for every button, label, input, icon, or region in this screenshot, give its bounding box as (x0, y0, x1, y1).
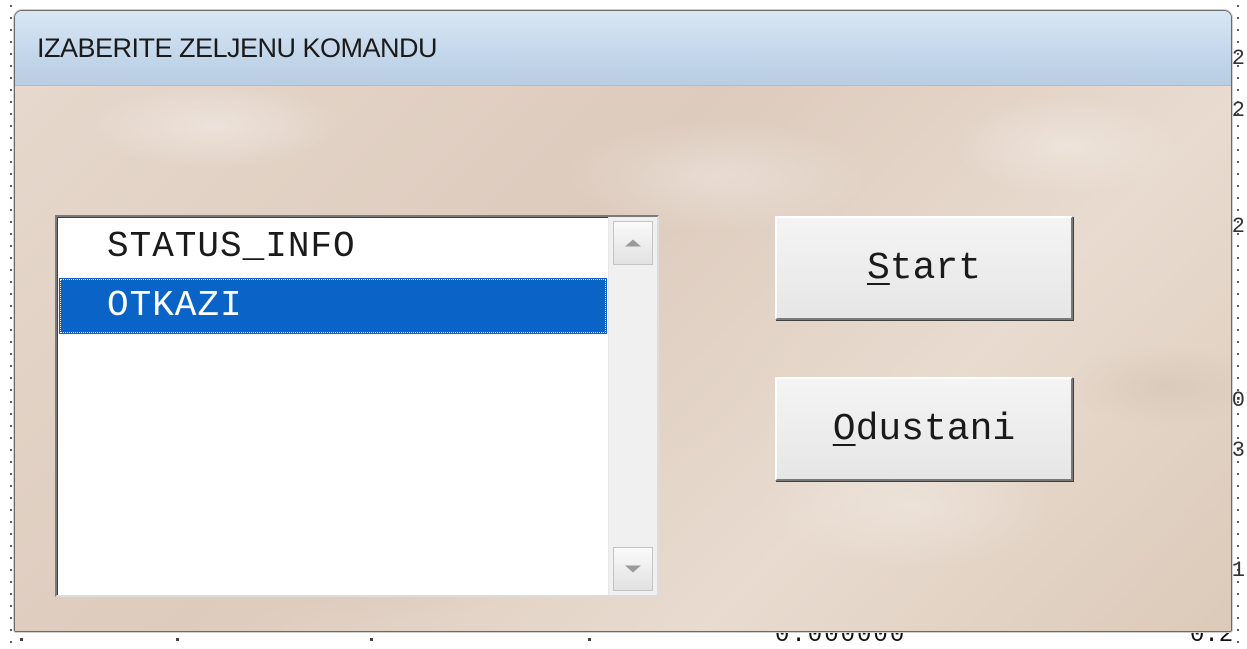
background-tick (588, 638, 591, 641)
background-gridline-right (1233, 0, 1243, 646)
cancel-button[interactable]: Odustani (775, 377, 1073, 481)
background-tick (176, 638, 179, 641)
background-cell-value: 2 (1231, 98, 1245, 123)
start-button[interactable]: Start (775, 216, 1073, 320)
scroll-down-button[interactable] (613, 547, 653, 591)
chevron-up-icon (625, 239, 641, 247)
listbox-scrollbar[interactable] (608, 217, 657, 595)
list-item-otkazi[interactable]: OTKAZI (59, 278, 607, 334)
background-cell-value: 0 (1231, 388, 1245, 413)
background-tick (20, 638, 23, 641)
dialog-titlebar[interactable]: IZABERITE ZELJENU KOMANDU (15, 11, 1231, 86)
start-button-hotkey: S (866, 246, 890, 290)
background-tick (370, 638, 373, 641)
background-cell-value: 2 (1231, 46, 1245, 71)
background-cell-value: 3 (1231, 438, 1245, 463)
cancel-button-label: dustani (855, 407, 1016, 451)
command-listbox[interactable]: STATUS_INFO OTKAZI (55, 215, 659, 597)
cancel-button-hotkey: O (832, 407, 856, 451)
dialog-title: IZABERITE ZELJENU KOMANDU (37, 33, 438, 63)
start-button-label: tart (889, 246, 982, 290)
background-cell-value: 1 (1231, 558, 1245, 583)
command-dialog: IZABERITE ZELJENU KOMANDU STATUS_INFO OT… (14, 10, 1232, 632)
scroll-up-button[interactable] (613, 221, 653, 265)
background-cell-value: 2 (1231, 214, 1245, 239)
chevron-down-icon (625, 565, 641, 573)
list-item-status-info[interactable]: STATUS_INFO (59, 219, 607, 275)
dialog-client-area: STATUS_INFO OTKAZI Start Odustani (15, 86, 1231, 631)
